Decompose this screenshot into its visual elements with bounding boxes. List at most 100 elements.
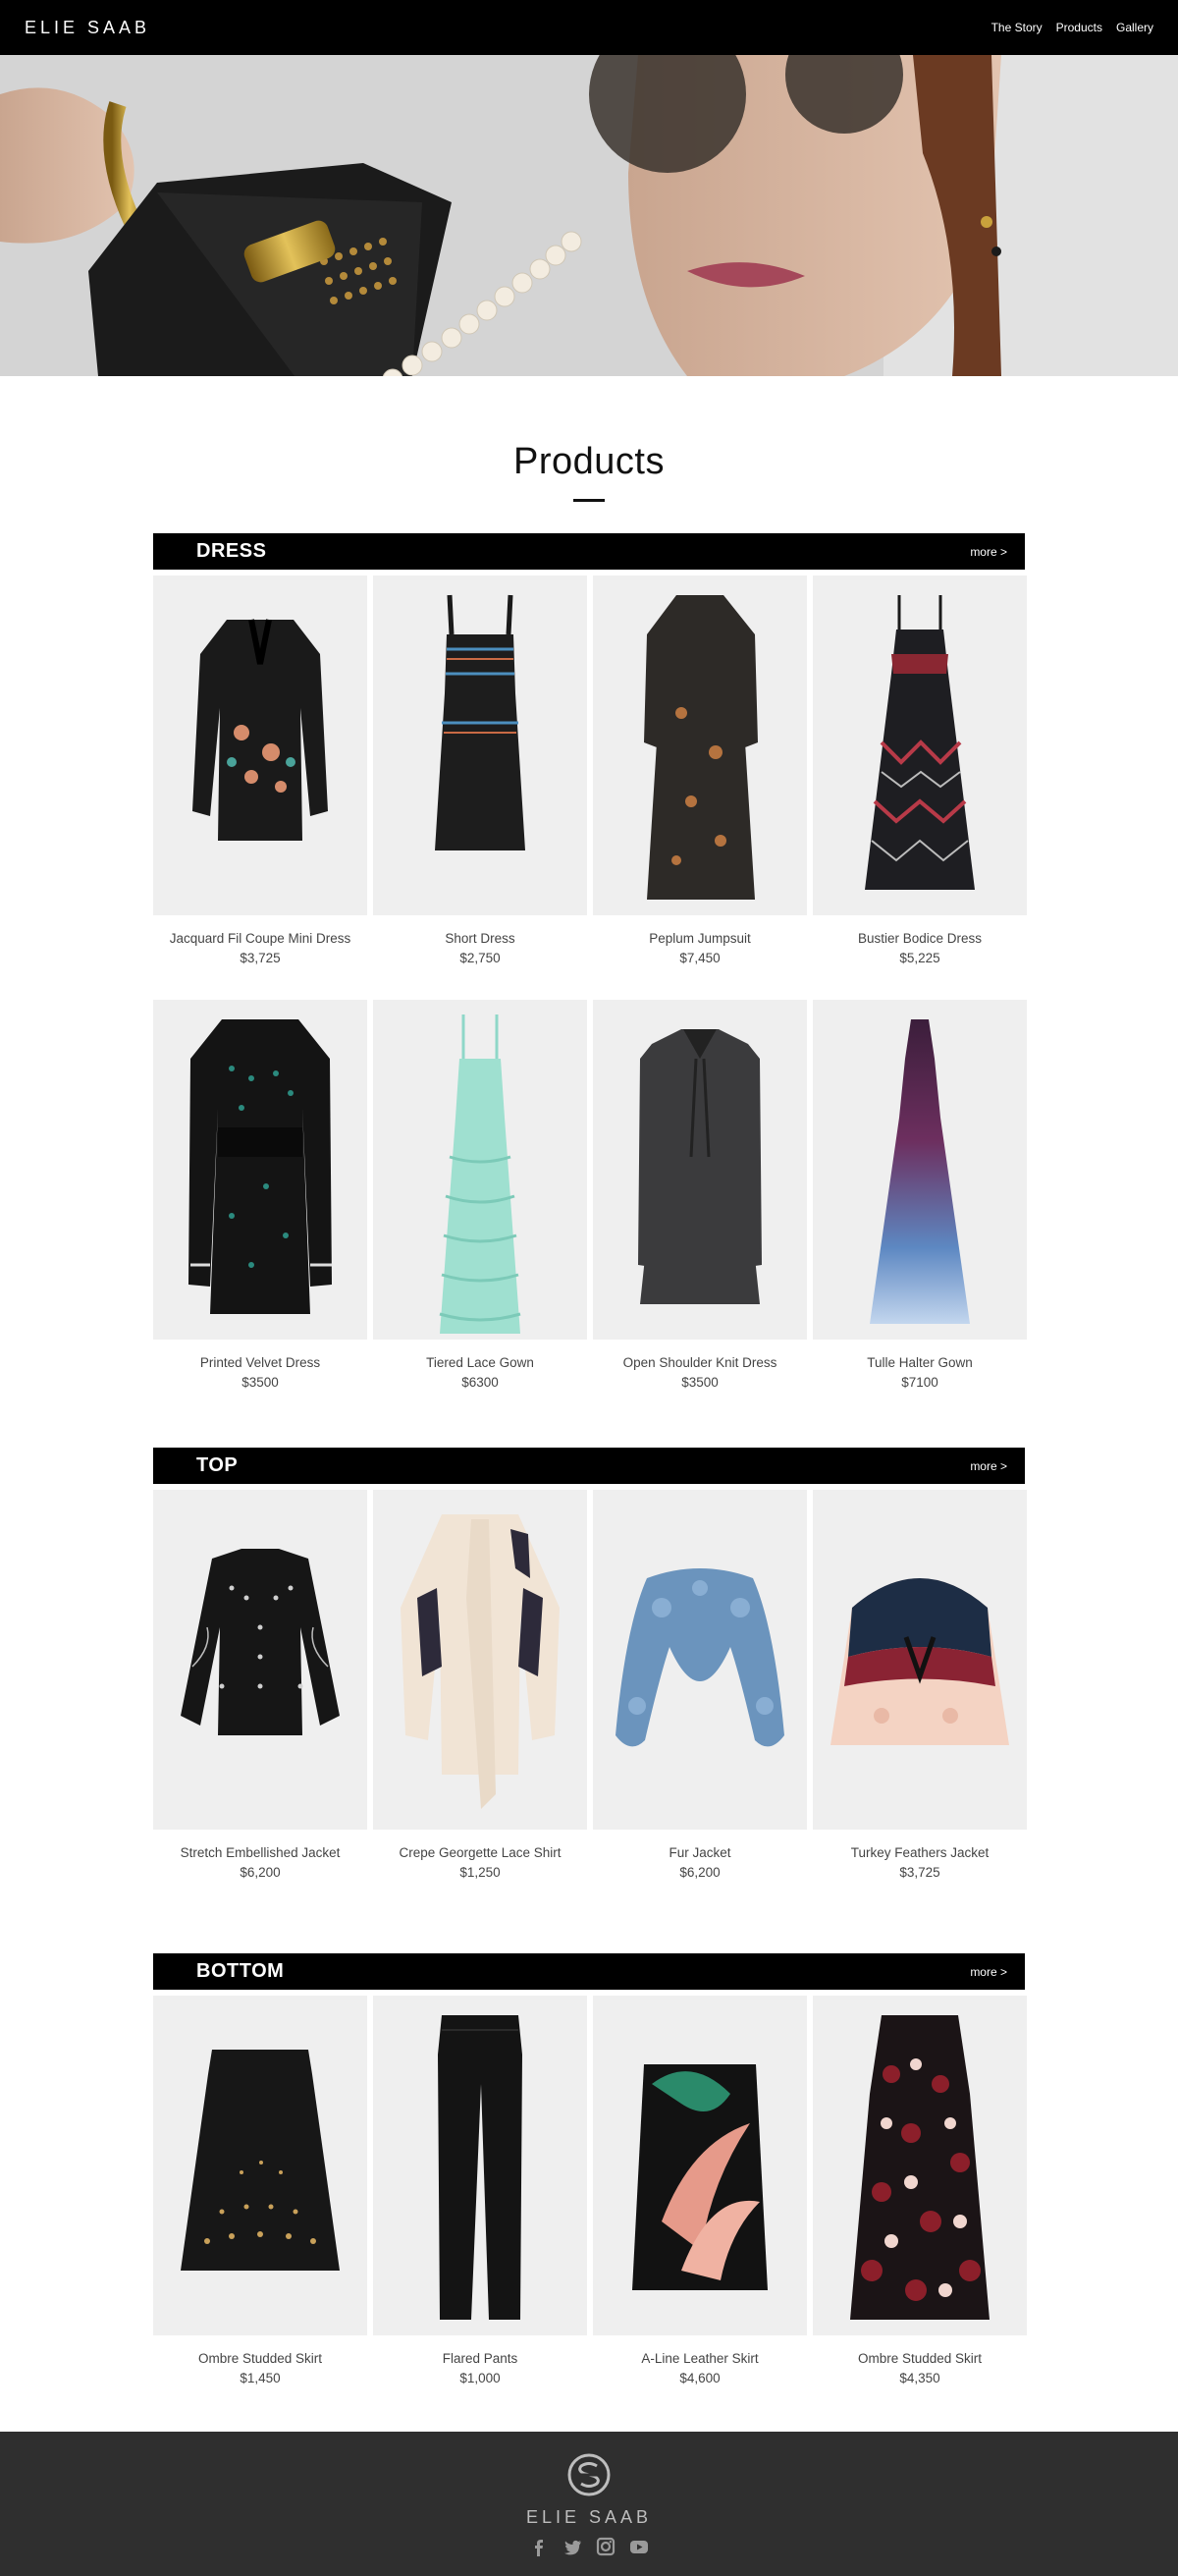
product-card[interactable]: Flared Pants $1,000 (373, 1996, 587, 2388)
more-link[interactable]: more > (970, 1965, 1007, 1979)
product-price: $4,600 (679, 2371, 721, 2385)
product-card[interactable]: Open Shoulder Knit Dress $3500 (593, 1000, 807, 1393)
category-bar: TOP more > (153, 1448, 1025, 1484)
product-card[interactable]: Tulle Halter Gown $7100 (813, 1000, 1027, 1393)
product-name[interactable]: Bustier Bodice Dress (813, 929, 1027, 949)
nav-link-the-story[interactable]: The Story (991, 21, 1043, 34)
category-dress: DRESS more > Jacquard Fil Coupe Mini Dre… (153, 533, 1027, 1393)
product-card[interactable]: Fur Jacket $6,200 (593, 1490, 807, 1883)
product-price: $6,200 (240, 1865, 281, 1880)
category-bar: DRESS more > (153, 533, 1025, 570)
product-image[interactable] (593, 575, 807, 915)
category-bar: BOTTOM more > (153, 1953, 1025, 1990)
product-image[interactable] (153, 1490, 367, 1830)
product-card[interactable]: Printed Velvet Dress $3500 (153, 1000, 367, 1393)
product-card[interactable]: Crepe Georgette Lace Shirt $1,250 (373, 1490, 587, 1883)
product-image[interactable] (593, 1996, 807, 2335)
footer-monogram-logo[interactable] (0, 2451, 1178, 2503)
product-card[interactable]: Ombre Studded Skirt $4,350 (813, 1996, 1027, 2388)
category-title: TOP (196, 1454, 239, 1476)
more-link[interactable]: more > (970, 1459, 1007, 1473)
product-row: Stretch Embellished Jacket $6,200 Crepe … (153, 1490, 1027, 1883)
product-card[interactable]: Stretch Embellished Jacket $6,200 (153, 1490, 367, 1883)
product-price: $1,250 (459, 1865, 501, 1880)
product-price: $3,725 (899, 1865, 940, 1880)
product-name[interactable]: Flared Pants (373, 2349, 587, 2369)
footer-brand: ELIE SAAB (525, 2507, 653, 2527)
product-name[interactable]: Tiered Lace Gown (373, 1353, 587, 1373)
product-card[interactable]: Peplum Jumpsuit $7,450 (593, 575, 807, 968)
product-name[interactable]: Tulle Halter Gown (813, 1353, 1027, 1373)
product-price: $1,000 (459, 2371, 501, 2385)
product-image[interactable] (373, 1000, 587, 1340)
product-card[interactable]: Ombre Studded Skirt $1,450 (153, 1996, 367, 2388)
product-card[interactable]: Short Dress $2,750 (373, 575, 587, 968)
hero-banner-image (0, 55, 1178, 376)
product-image[interactable] (373, 575, 587, 915)
product-image[interactable] (813, 575, 1027, 915)
hero-illustration (0, 55, 1178, 376)
social-links (0, 2536, 1178, 2557)
product-price: $3,725 (240, 951, 281, 965)
brand-logo[interactable]: ELIE SAAB (25, 18, 150, 38)
product-name[interactable]: Ombre Studded Skirt (813, 2349, 1027, 2369)
product-card[interactable]: Jacquard Fil Coupe Mini Dress $3,725 (153, 575, 367, 968)
product-image[interactable] (373, 1996, 587, 2335)
youtube-icon[interactable] (628, 2536, 650, 2557)
product-price: $5,225 (899, 951, 940, 965)
footer: ELIE SAAB (0, 2432, 1178, 2576)
product-price: $6300 (461, 1375, 499, 1390)
product-image[interactable] (593, 1490, 807, 1830)
category-title: DRESS (196, 540, 267, 562)
product-name[interactable]: Peplum Jumpsuit (593, 929, 807, 949)
top-navigation-bar: ELIE SAAB The Story Products Gallery (0, 0, 1178, 55)
category-top: TOP more > Stretch Embellished Jacket $6… (153, 1448, 1027, 1883)
product-name[interactable]: Printed Velvet Dress (153, 1353, 367, 1373)
product-name[interactable]: Crepe Georgette Lace Shirt (373, 1843, 587, 1863)
product-image[interactable] (153, 1000, 367, 1340)
product-row: Ombre Studded Skirt $1,450 Flared Pants … (153, 1996, 1027, 2388)
product-name[interactable]: Fur Jacket (593, 1843, 807, 1863)
product-name[interactable]: A-Line Leather Skirt (593, 2349, 807, 2369)
product-price: $1,450 (240, 2371, 281, 2385)
product-price: $4,350 (899, 2371, 940, 2385)
product-price: $7100 (901, 1375, 938, 1390)
twitter-icon[interactable] (562, 2536, 583, 2557)
product-name[interactable]: Short Dress (373, 929, 587, 949)
title-underline (573, 499, 605, 502)
product-image[interactable] (373, 1490, 587, 1830)
product-price: $6,200 (679, 1865, 721, 1880)
category-title: BOTTOM (196, 1960, 285, 1982)
page: ELIE SAAB The Story Products Gallery Pro… (0, 0, 1178, 2576)
product-name[interactable]: Stretch Embellished Jacket (153, 1843, 367, 1863)
product-price: $3500 (241, 1375, 279, 1390)
product-card[interactable]: Turkey Feathers Jacket $3,725 (813, 1490, 1027, 1883)
product-name[interactable]: Jacquard Fil Coupe Mini Dress (153, 929, 367, 949)
product-image[interactable] (593, 1000, 807, 1340)
nav-link-gallery[interactable]: Gallery (1116, 21, 1153, 34)
category-bottom: BOTTOM more > Ombre Studded Skirt $1,450… (153, 1953, 1027, 2388)
product-row: Printed Velvet Dress $3500 Tiered Lace G… (153, 1000, 1027, 1393)
product-card[interactable]: Tiered Lace Gown $6300 (373, 1000, 587, 1393)
product-card[interactable]: Bustier Bodice Dress $5,225 (813, 575, 1027, 968)
product-price: $7,450 (679, 951, 721, 965)
products-section-header: Products (0, 441, 1178, 502)
product-image[interactable] (813, 1490, 1027, 1830)
product-name[interactable]: Open Shoulder Knit Dress (593, 1353, 807, 1373)
product-image[interactable] (813, 1000, 1027, 1340)
page-title: Products (513, 441, 665, 482)
facebook-icon[interactable] (528, 2536, 550, 2557)
product-price: $3500 (681, 1375, 719, 1390)
nav-link-products[interactable]: Products (1056, 21, 1102, 34)
product-row: Jacquard Fil Coupe Mini Dress $3,725 Sho… (153, 575, 1027, 968)
product-card[interactable]: A-Line Leather Skirt $4,600 (593, 1996, 807, 2388)
product-price: $2,750 (459, 951, 501, 965)
product-name[interactable]: Turkey Feathers Jacket (813, 1843, 1027, 1863)
more-link[interactable]: more > (970, 545, 1007, 559)
product-image[interactable] (153, 1996, 367, 2335)
product-image[interactable] (813, 1996, 1027, 2335)
product-image[interactable] (153, 575, 367, 915)
instagram-icon[interactable] (595, 2536, 616, 2557)
product-name[interactable]: Ombre Studded Skirt (153, 2349, 367, 2369)
main-nav: The Story Products Gallery (991, 21, 1153, 34)
